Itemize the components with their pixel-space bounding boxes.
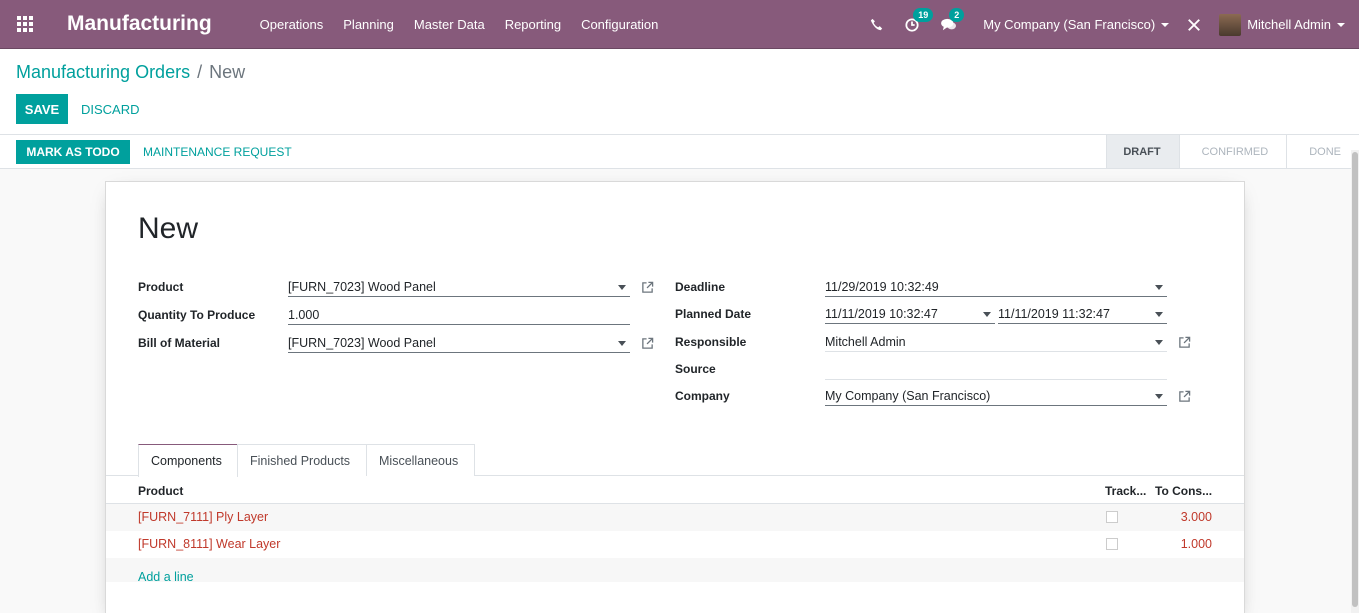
maintenance-request-button[interactable]: MAINTENANCE REQUEST — [143, 140, 292, 164]
column-to-consume[interactable]: To Cons... — [1155, 484, 1212, 498]
menu-master-data[interactable]: Master Data — [414, 17, 485, 32]
add-line-link[interactable]: Add a line — [138, 570, 194, 584]
messages-icon[interactable]: 2 — [941, 7, 965, 32]
track-checkbox — [1106, 511, 1118, 523]
external-link-icon[interactable] — [1178, 336, 1191, 349]
stage-done[interactable]: DONE — [1286, 135, 1359, 168]
save-button[interactable]: SAVE — [16, 94, 68, 124]
breadcrumb: Manufacturing Orders / New — [16, 62, 245, 83]
notebook-tabs: Components Finished Products Miscellaneo… — [106, 444, 1244, 477]
product-label: Product — [138, 280, 184, 294]
breadcrumb-manufacturing-orders[interactable]: Manufacturing Orders — [16, 62, 190, 83]
dropdown-caret-icon — [983, 312, 991, 317]
menu-reporting[interactable]: Reporting — [505, 17, 561, 32]
dropdown-caret-icon — [1155, 312, 1163, 317]
source-label: Source — [675, 362, 716, 376]
dropdown-caret-icon — [1155, 340, 1163, 345]
dropdown-caret-icon — [618, 341, 626, 346]
row-quantity[interactable]: 1.000 — [1181, 537, 1212, 551]
stage-confirmed[interactable]: CONFIRMED — [1178, 135, 1287, 168]
company-label: Company — [675, 389, 730, 403]
planned-end-field[interactable]: 11/11/2019 11:32:47 — [998, 304, 1167, 324]
debug-tools-icon[interactable] — [1187, 18, 1201, 32]
planned-date-label: Planned Date — [675, 307, 752, 321]
company-field-value: My Company (San Francisco) — [825, 388, 991, 403]
source-field[interactable] — [825, 360, 1167, 380]
top-navbar: Manufacturing Operations Planning Master… — [0, 0, 1359, 49]
user-menu[interactable]: Mitchell Admin — [1219, 13, 1345, 36]
phone-icon[interactable] — [870, 18, 883, 31]
dropdown-caret-icon — [1155, 394, 1163, 399]
dropdown-caret-icon — [618, 285, 626, 290]
tab-components[interactable]: Components — [138, 444, 238, 477]
column-track[interactable]: Track... — [1105, 484, 1146, 498]
tab-finished-products[interactable]: Finished Products — [237, 444, 367, 476]
external-link-icon[interactable] — [641, 281, 654, 294]
message-count-badge: 2 — [949, 7, 965, 22]
quantity-field[interactable]: 1.000 — [288, 305, 630, 325]
row-quantity[interactable]: 3.000 — [1181, 510, 1212, 524]
bom-label: Bill of Material — [138, 336, 221, 350]
responsible-field[interactable]: Mitchell Admin — [825, 332, 1167, 352]
table-row[interactable]: [FURN_8111] Wear Layer 1.000 — [106, 531, 1244, 558]
breadcrumb-separator: / — [197, 62, 203, 82]
mark-as-todo-button[interactable]: MARK AS TODO — [16, 140, 130, 164]
form-sheet: New Product [FURN_7023] Wood Panel Quant… — [105, 181, 1245, 613]
avatar — [1219, 13, 1242, 36]
deadline-label: Deadline — [675, 280, 726, 294]
chevron-down-icon — [1161, 22, 1170, 27]
row-product[interactable]: [FURN_8111] Wear Layer — [138, 537, 280, 551]
bom-field[interactable]: [FURN_7023] Wood Panel — [288, 333, 630, 353]
planned-start-field[interactable]: 11/11/2019 10:32:47 — [825, 304, 995, 324]
deadline-field[interactable]: 11/29/2019 10:32:49 — [825, 277, 1167, 297]
record-title: New — [138, 212, 199, 245]
scrollbar-thumb[interactable] — [1352, 152, 1358, 607]
external-link-icon[interactable] — [1178, 390, 1191, 403]
activity-clock-icon[interactable]: 19 — [905, 7, 934, 32]
deadline-field-value: 11/29/2019 10:32:49 — [825, 279, 939, 294]
menu-planning[interactable]: Planning — [343, 17, 394, 32]
add-line-row — [106, 558, 1244, 582]
breadcrumb-current: New — [209, 62, 246, 82]
tab-miscellaneous[interactable]: Miscellaneous — [366, 444, 475, 476]
company-field[interactable]: My Company (San Francisco) — [825, 386, 1167, 406]
stage-pipeline: DRAFT CONFIRMED DONE — [1106, 135, 1359, 168]
apps-menu-icon[interactable] — [0, 0, 50, 49]
product-field-value: [FURN_7023] Wood Panel — [288, 279, 436, 294]
product-field[interactable]: [FURN_7023] Wood Panel — [288, 277, 630, 297]
company-switcher[interactable]: My Company (San Francisco) — [983, 17, 1170, 32]
table-header: Product Track... To Cons... — [106, 476, 1244, 504]
control-panel: Manufacturing Orders / New SAVE DISCARD — [0, 49, 1359, 135]
quantity-field-value: 1.000 — [288, 307, 320, 322]
table-row[interactable]: [FURN_7111] Ply Layer 3.000 — [106, 504, 1244, 531]
menu-configuration[interactable]: Configuration — [581, 17, 658, 32]
menu-operations[interactable]: Operations — [260, 17, 324, 32]
app-brand: Manufacturing — [67, 12, 212, 35]
row-product[interactable]: [FURN_7111] Ply Layer — [138, 510, 268, 524]
chevron-down-icon — [1337, 22, 1345, 27]
responsible-label: Responsible — [675, 335, 747, 349]
dropdown-caret-icon — [1155, 285, 1163, 290]
track-checkbox — [1106, 538, 1118, 550]
discard-button[interactable]: DISCARD — [81, 94, 140, 124]
status-bar: MARK AS TODO MAINTENANCE REQUEST DRAFT C… — [0, 135, 1359, 169]
activity-count-badge: 19 — [913, 7, 934, 22]
column-product[interactable]: Product — [138, 484, 183, 498]
user-name: Mitchell Admin — [1247, 17, 1331, 32]
stage-draft: DRAFT — [1106, 135, 1179, 168]
planned-start-value: 11/11/2019 10:32:47 — [825, 306, 938, 321]
planned-end-value: 11/11/2019 11:32:47 — [998, 306, 1110, 321]
quantity-label: Quantity To Produce — [138, 308, 256, 322]
responsible-field-value: Mitchell Admin — [825, 334, 906, 349]
company-switcher-label: My Company (San Francisco) — [983, 17, 1156, 32]
bom-field-value: [FURN_7023] Wood Panel — [288, 335, 436, 350]
external-link-icon[interactable] — [641, 337, 654, 350]
